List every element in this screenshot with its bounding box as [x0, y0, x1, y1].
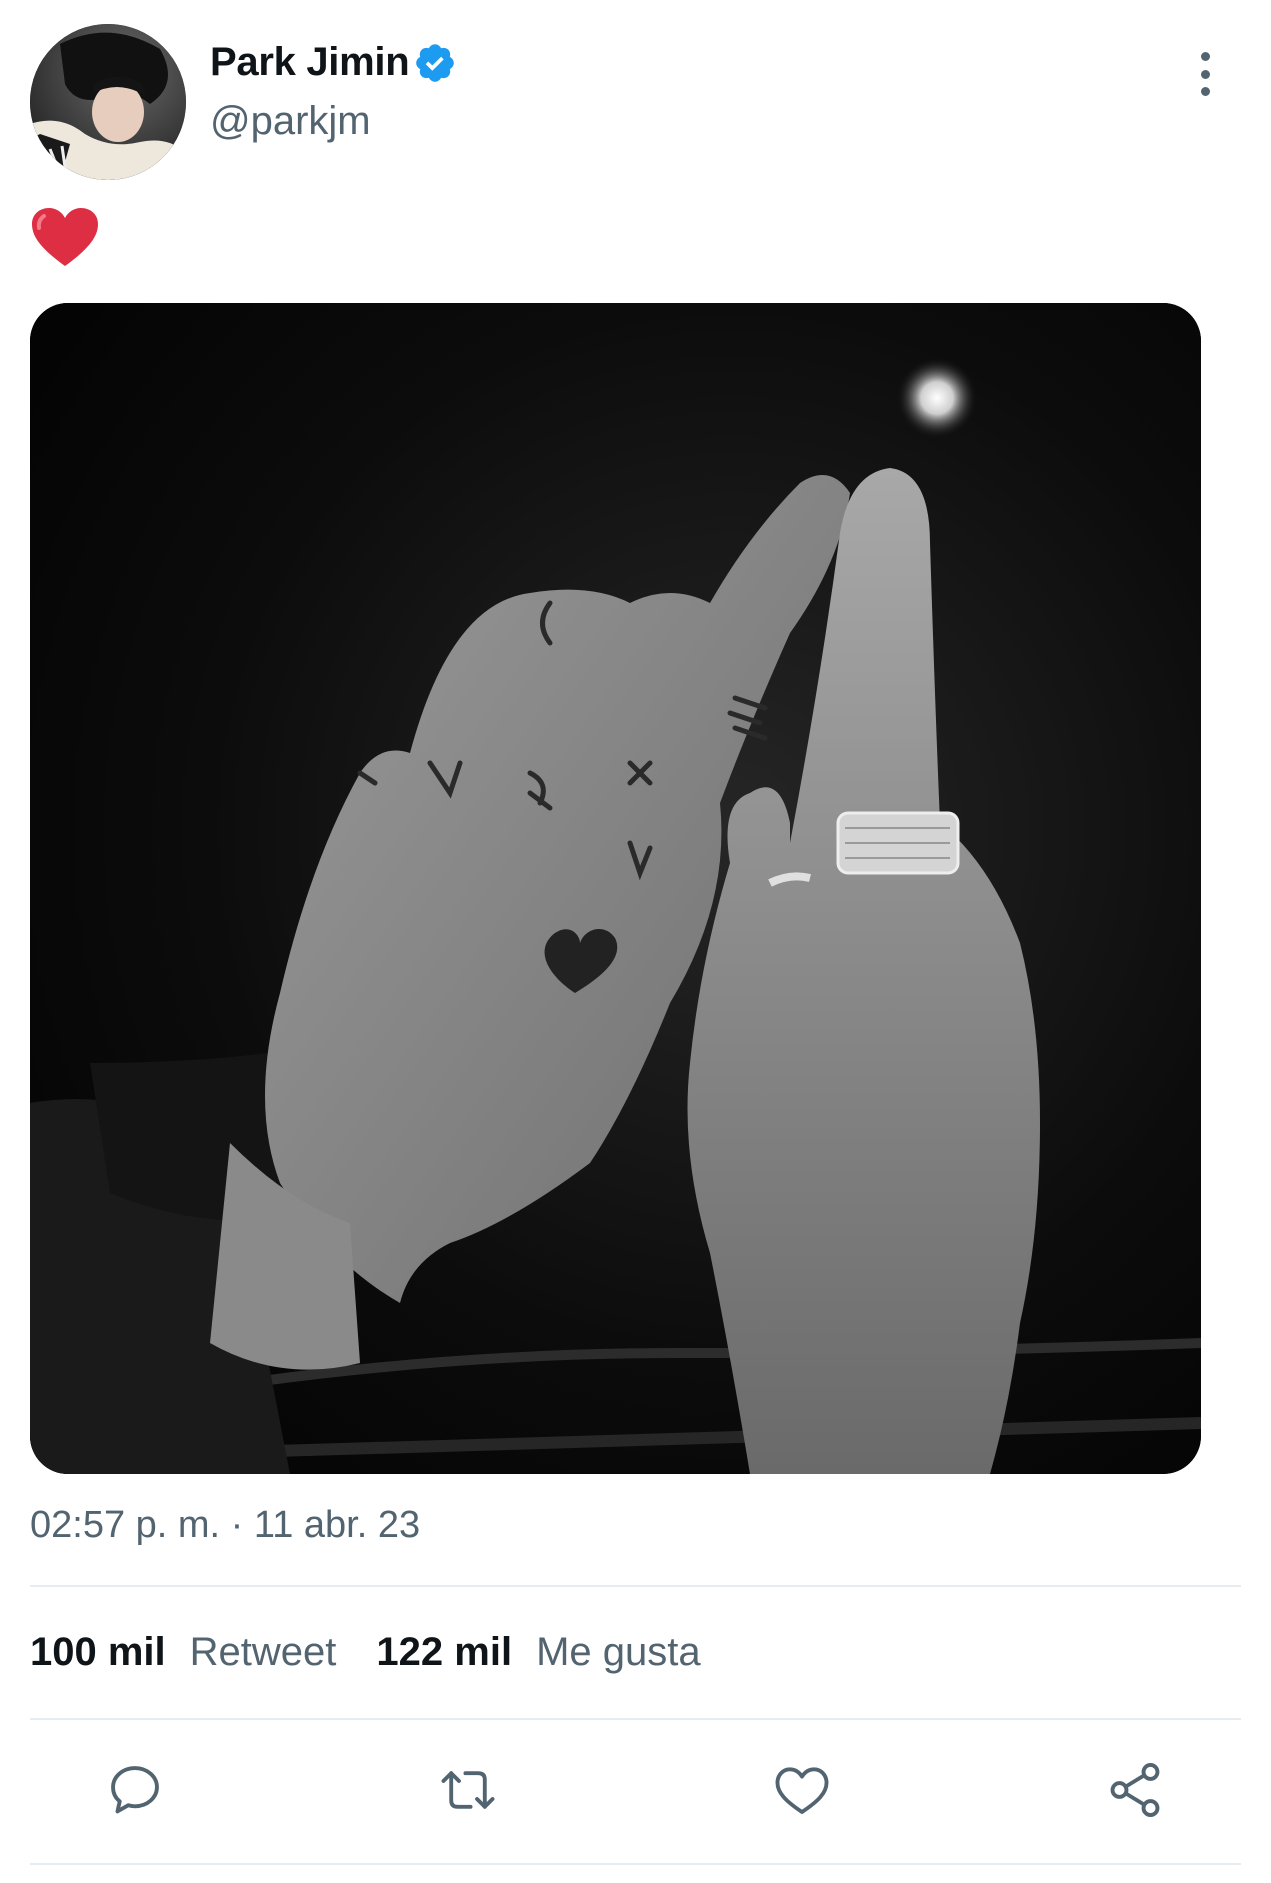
tweet-stats: 100 mil Retweet 122 mil Me gusta	[30, 1630, 701, 1675]
tweet-text	[30, 206, 100, 270]
tweet-card: Park Jimin @parkjm 02:57 p. m. · 11 abr.…	[0, 0, 1271, 1883]
avatar[interactable]	[30, 24, 186, 180]
share-icon	[1110, 1763, 1160, 1817]
reply-icon	[111, 1766, 159, 1814]
red-heart-icon	[32, 208, 98, 266]
divider	[30, 1718, 1241, 1720]
avatar-image	[30, 24, 186, 180]
tweet-actions	[0, 1750, 1271, 1830]
more-options-icon[interactable]	[1185, 52, 1225, 96]
author-info[interactable]: Park Jimin @parkjm	[210, 40, 457, 144]
likes-label[interactable]: Me gusta	[536, 1630, 701, 1675]
display-name[interactable]: Park Jimin	[210, 40, 410, 85]
retweets-count[interactable]: 100 mil	[30, 1630, 166, 1675]
verified-badge-icon	[413, 41, 457, 85]
retweet-button[interactable]	[428, 1750, 508, 1830]
like-icon	[775, 1767, 829, 1814]
reply-button[interactable]	[95, 1750, 175, 1830]
hands-photo	[30, 303, 1201, 1474]
tweet-media-image[interactable]	[30, 303, 1201, 1474]
divider	[30, 1585, 1241, 1587]
retweet-icon	[441, 1771, 495, 1809]
divider	[30, 1863, 1241, 1865]
retweets-label[interactable]: Retweet	[190, 1630, 337, 1675]
share-button[interactable]	[1095, 1750, 1175, 1830]
tweet-timestamp[interactable]: 02:57 p. m. · 11 abr. 23	[30, 1504, 420, 1547]
like-button[interactable]	[762, 1750, 842, 1830]
handle[interactable]: @parkjm	[210, 99, 457, 144]
likes-count[interactable]: 122 mil	[376, 1630, 512, 1675]
